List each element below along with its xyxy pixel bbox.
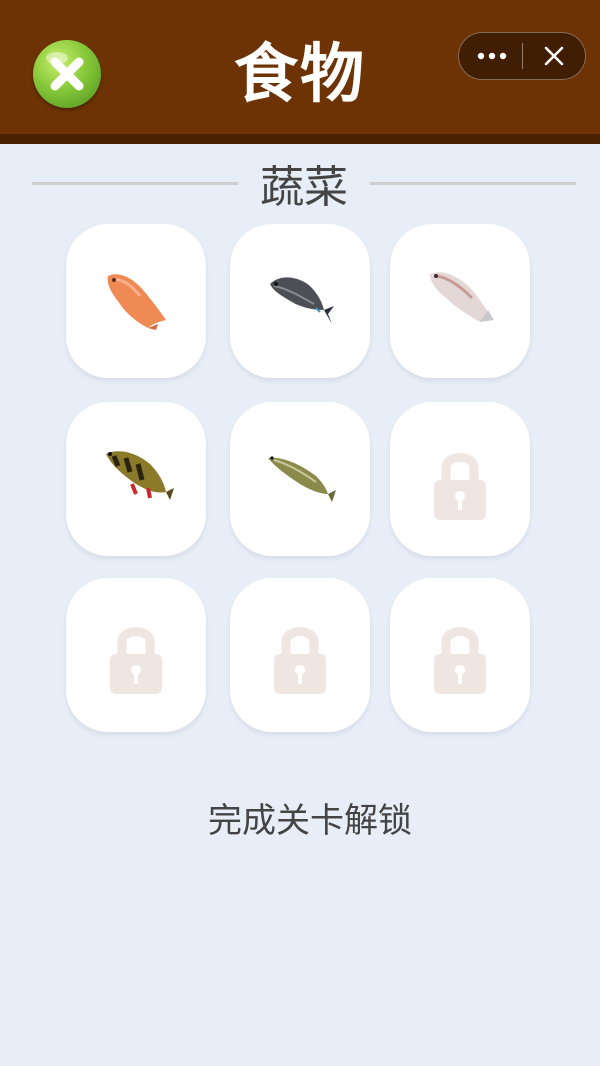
food-item-4[interactable]: [66, 402, 206, 556]
red-snapper-fish-icon: [107, 274, 166, 330]
section-title: 蔬菜: [260, 162, 348, 213]
lock-icon: [434, 627, 486, 694]
page-title: 食物: [234, 37, 366, 112]
food-item-5[interactable]: [230, 402, 370, 556]
section-divider-right: [370, 182, 576, 185]
food-item-7[interactable]: [66, 578, 206, 732]
food-item-9[interactable]: [390, 578, 530, 732]
food-item-3[interactable]: [390, 224, 530, 378]
food-item-6[interactable]: [390, 402, 530, 556]
unlock-hint: 完成关卡解锁: [208, 801, 412, 841]
section-divider-left: [32, 182, 238, 185]
close-green-icon[interactable]: [33, 40, 101, 108]
dark-grey-fish-icon: [270, 277, 334, 324]
lock-icon: [110, 627, 162, 694]
pike-fish-icon: [268, 456, 336, 502]
more-dots-icon[interactable]: [459, 33, 523, 79]
top-bar-shadow: [0, 134, 600, 144]
mini-program-capsule: [458, 32, 586, 80]
food-item-1[interactable]: [66, 224, 206, 378]
white-fish-icon: [430, 272, 494, 322]
food-item-8[interactable]: [230, 578, 370, 732]
peacock-bass-fish-icon: [106, 451, 174, 500]
lock-icon: [274, 627, 326, 694]
food-item-2[interactable]: [230, 224, 370, 378]
close-icon[interactable]: [523, 33, 585, 79]
lock-icon: [434, 453, 486, 520]
